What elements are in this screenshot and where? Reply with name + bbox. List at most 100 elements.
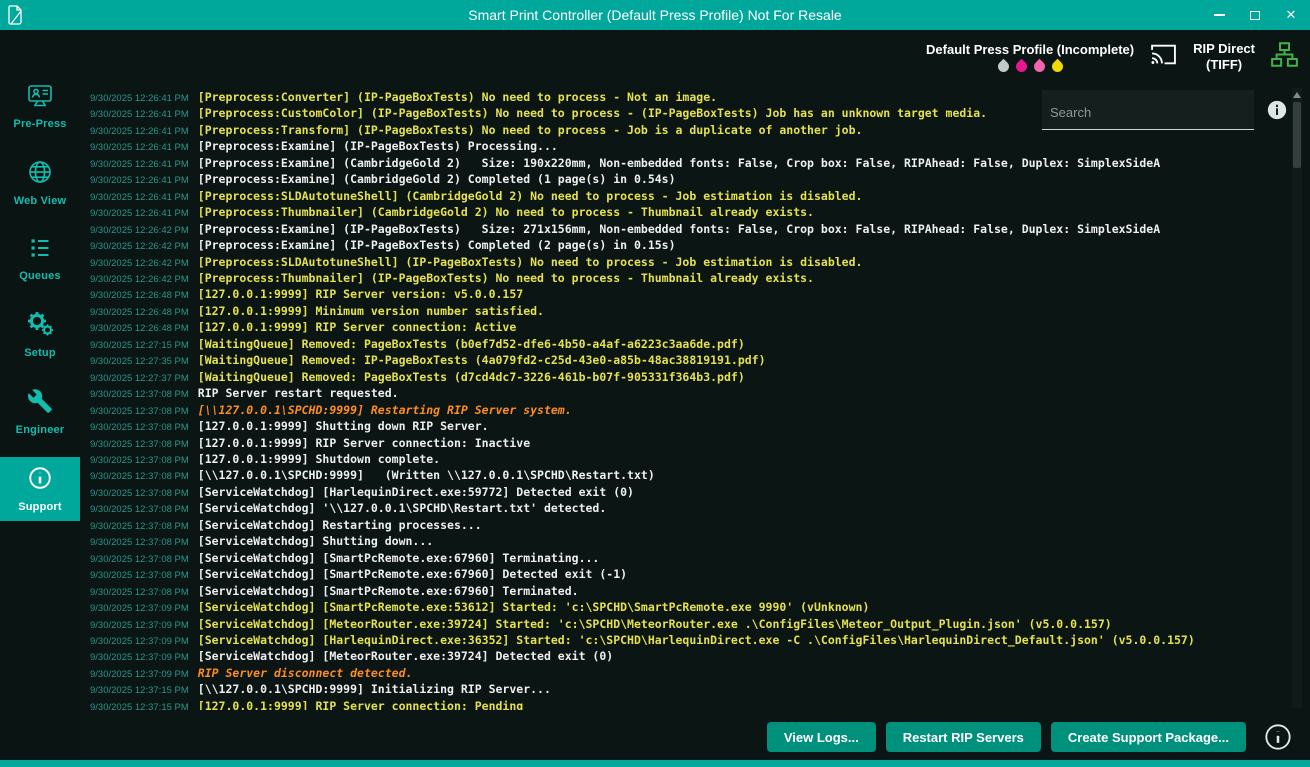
log-entry: 9/30/2025 12:26:41 PM[Preprocess:Examine… — [90, 172, 1284, 188]
log-message: [Preprocess:Examine] (IP-PageBoxTests) S… — [198, 222, 1160, 236]
log-timestamp: 9/30/2025 12:26:42 PM — [90, 274, 189, 285]
log-message: [ServiceWatchdog] [SmartPcRemote.exe:679… — [198, 584, 579, 598]
log-message: [Preprocess:Examine] (CambridgeGold 2) S… — [198, 156, 1160, 170]
log-timestamp: 9/30/2025 12:26:41 PM — [90, 109, 189, 120]
log-entry: 9/30/2025 12:37:08 PM[ServiceWatchdog] [… — [90, 567, 1284, 583]
ink-drop-gray — [995, 59, 1011, 75]
log-entry: 9/30/2025 12:37:08 PM[ServiceWatchdog] [… — [90, 485, 1284, 501]
log-message: [ServiceWatchdog] [MeteorRouter.exe:3972… — [198, 649, 613, 663]
maximize-button[interactable] — [1248, 8, 1262, 22]
log-entry: 9/30/2025 12:37:09 PM [ServiceWatchdog] [… — [90, 649, 1284, 665]
minimize-button[interactable] — [1212, 8, 1226, 22]
log-timestamp: 9/30/2025 12:26:41 PM — [90, 126, 189, 137]
globe-icon — [27, 159, 53, 190]
log-message: [Preprocess:Transform] (IP-PageBoxTests)… — [198, 123, 863, 137]
press-profile-status: Default Press Profile (Incomplete) — [926, 42, 1134, 72]
log-entry: 9/30/2025 12:37:08 PM[ServiceWatchdog] [… — [90, 584, 1284, 600]
sidebar-item-webview[interactable]: Web View — [0, 151, 80, 215]
log-message: [Preprocess:Thumbnailer] (CambridgeGold … — [198, 205, 814, 219]
log-message: [Preprocess:Converter] (IP-PageBoxTests)… — [198, 90, 717, 104]
log-entry: 9/30/2025 12:26:48 PM[127.0.0.1:9999] Mi… — [90, 304, 1284, 320]
sidebar-item-engineer[interactable]: Engineer — [0, 380, 80, 444]
restart-rip-servers-button[interactable]: Restart RIP Servers — [886, 722, 1041, 752]
log-timestamp: 9/30/2025 12:26:42 PM — [90, 258, 189, 269]
log-entry: 9/30/2025 12:26:41 PM[Preprocess:Thumbna… — [90, 205, 1284, 221]
scrollbar-up-arrow-icon[interactable] — [1293, 92, 1301, 98]
log-entry: 9/30/2025 12:26:48 PM[127.0.0.1:9999] RI… — [90, 320, 1284, 336]
log-message: [Preprocess:Examine] (CambridgeGold 2) C… — [198, 172, 676, 186]
network-status-icon[interactable] — [1271, 42, 1298, 72]
log-message: [\\127.0.0.1\SPCHD:9999] (Written \\127.… — [198, 468, 655, 482]
rip-mode-line2: (TIFF) — [1193, 57, 1255, 73]
log-message: [\\127.0.0.1\SPCHD:9999] Restarting RIP … — [198, 403, 572, 417]
window-controls: ✕ — [1212, 0, 1298, 30]
log-timestamp: 9/30/2025 12:37:09 PM — [90, 603, 189, 614]
log-message: [ServiceWatchdog] [SmartPcRemote.exe:679… — [198, 551, 600, 565]
log-entry: 9/30/2025 12:27:35 PM [WaitingQueue] Remo… — [90, 353, 1284, 369]
sidebar-item-label: Setup — [24, 347, 56, 359]
log-message: [WaitingQueue] Removed: IP-PageBoxTests … — [198, 353, 766, 367]
log-message: [WaitingQueue] Removed: PageBoxTests (b0… — [198, 337, 745, 351]
log-output[interactable]: 9/30/2025 12:26:41 PM [Preprocess:Convert… — [90, 86, 1284, 710]
sidebar-item-label: Web View — [14, 195, 67, 207]
log-timestamp: 9/30/2025 12:37:08 PM — [90, 521, 189, 532]
search-input[interactable] — [1042, 90, 1254, 130]
log-message: [127.0.0.1:9999] Shutdown complete. — [198, 452, 440, 466]
log-timestamp: 9/30/2025 12:37:08 PM — [90, 455, 189, 466]
log-timestamp: 9/30/2025 12:37:08 PM — [90, 570, 189, 581]
log-timestamp: 9/30/2025 12:37:08 PM — [90, 537, 189, 548]
log-entry: 9/30/2025 12:37:08 PM [127.0.0.1:9999] Sh… — [90, 452, 1284, 468]
log-message: [ServiceWatchdog] '\\127.0.0.1\SPCHD\Res… — [198, 501, 607, 515]
log-timestamp: 9/30/2025 12:37:08 PM — [90, 504, 189, 515]
log-timestamp: 9/30/2025 12:26:48 PM — [90, 323, 189, 334]
search-info-icon[interactable] — [1266, 99, 1288, 121]
log-timestamp: 9/30/2025 12:37:15 PM — [90, 702, 189, 710]
create-support-package-button[interactable]: Create Support Package... — [1051, 722, 1246, 752]
sidebar-item-label: Support — [18, 501, 62, 513]
sidebar-item-label: Pre-Press — [13, 118, 66, 130]
sidebar-item-support[interactable]: Support — [0, 457, 80, 521]
sidebar-item-setup[interactable]: Setup — [0, 303, 80, 367]
log-entry: 9/30/2025 12:26:41 PM [Preprocess:Examine… — [90, 156, 1284, 172]
log-entry: 9/30/2025 12:37:09 PM[ServiceWatchdog] [… — [90, 600, 1284, 616]
log-entry: 9/30/2025 12:26:42 PM [Preprocess:SLDAuto… — [90, 255, 1284, 271]
log-timestamp: 9/30/2025 12:26:41 PM — [90, 159, 189, 170]
sidebar-item-label: Engineer — [16, 424, 65, 436]
log-message: [127.0.0.1:9999] RIP Server connection: … — [198, 436, 530, 450]
press-profile-label: Default Press Profile (Incomplete) — [926, 42, 1134, 57]
log-timestamp: 9/30/2025 12:37:08 PM — [90, 471, 189, 482]
minimize-icon — [1214, 14, 1225, 16]
log-message: [Preprocess:SLDAutotuneShell] (IP-PageBo… — [198, 255, 863, 269]
log-timestamp: 9/30/2025 12:37:09 PM — [90, 636, 189, 647]
log-timestamp: 9/30/2025 12:26:42 PM — [90, 241, 189, 252]
sidebar-item-prepress[interactable]: Pre-Press — [0, 76, 80, 138]
log-timestamp: 9/30/2025 12:37:08 PM — [90, 488, 189, 499]
log-timestamp: 9/30/2025 12:26:48 PM — [90, 290, 189, 301]
main-panel: Default Press Profile (Incomplete) RIP D… — [80, 30, 1310, 760]
scrollbar-thumb[interactable] — [1293, 102, 1301, 168]
rip-mode-line1: RIP Direct — [1193, 41, 1255, 57]
rip-mode-label: RIP Direct (TIFF) — [1193, 41, 1255, 74]
log-entry: 9/30/2025 12:37:08 PM[ServiceWatchdog] S… — [90, 534, 1284, 550]
log-message: [127.0.0.1:9999] Shutting down RIP Serve… — [198, 419, 489, 433]
view-logs-button[interactable]: View Logs... — [767, 722, 876, 752]
log-timestamp: 9/30/2025 12:37:09 PM — [90, 652, 189, 663]
sidebar-item-queues[interactable]: Queues — [0, 228, 80, 290]
log-message: [127.0.0.1:9999] Minimum version number … — [198, 304, 544, 318]
log-timestamp: 9/30/2025 12:37:15 PM — [90, 685, 189, 696]
cast-icon[interactable] — [1150, 43, 1177, 71]
window-title: Smart Print Controller (Default Press Pr… — [0, 0, 1310, 30]
log-entry: 9/30/2025 12:26:41 PM[Preprocess:SLDAuto… — [90, 189, 1284, 205]
log-message: [\\127.0.0.1\SPCHD:9999] Initializing RI… — [198, 682, 551, 696]
log-message: RIP Server disconnect detected. — [198, 666, 413, 680]
info-button[interactable] — [1264, 723, 1292, 751]
log-timestamp: 9/30/2025 12:37:08 PM — [90, 406, 189, 417]
gears-icon — [26, 311, 54, 342]
log-timestamp: 9/30/2025 12:37:08 PM — [90, 439, 189, 450]
queues-list-icon — [27, 236, 53, 265]
close-button[interactable]: ✕ — [1284, 8, 1298, 22]
log-entry: 9/30/2025 12:37:08 PMRIP Server restart … — [90, 386, 1284, 402]
log-timestamp: 9/30/2025 12:27:35 PM — [90, 356, 189, 367]
log-scrollbar[interactable] — [1292, 88, 1302, 708]
log-timestamp: 9/30/2025 12:37:08 PM — [90, 554, 189, 565]
